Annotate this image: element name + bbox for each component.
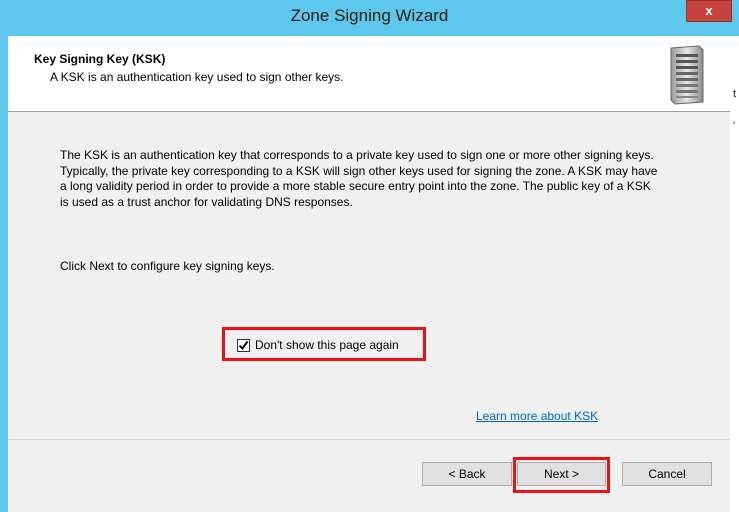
footer-divider [8, 439, 730, 440]
cancel-button[interactable]: Cancel [622, 462, 712, 486]
wizard-window: Key Signing Key (KSK) A KSK is an authen… [8, 36, 730, 512]
next-button[interactable]: Next > [517, 462, 606, 486]
page-title: Key Signing Key (KSK) [34, 52, 166, 66]
close-button[interactable]: x [686, 0, 732, 22]
instruction-text: Click Next to configure key signing keys… [60, 259, 275, 273]
server-icon [670, 45, 704, 105]
page-subtitle: A KSK is an authentication key used to s… [50, 70, 344, 84]
back-button[interactable]: < Back [422, 462, 512, 486]
checkmark-icon [238, 340, 249, 351]
learn-more-link[interactable]: Learn more about KSK [476, 409, 598, 423]
ksk-description: The KSK is an authentication key that co… [60, 148, 658, 209]
background-window-edge: t ' [730, 36, 739, 512]
window-title: Zone Signing Wizard [290, 6, 449, 25]
wizard-header: Key Signing Key (KSK) A KSK is an authen… [8, 36, 730, 112]
title-bar: Zone Signing Wizard x [0, 0, 739, 36]
dont-show-again-checkbox[interactable] [237, 339, 250, 352]
dont-show-again-label[interactable]: Don't show this page again [255, 338, 399, 352]
